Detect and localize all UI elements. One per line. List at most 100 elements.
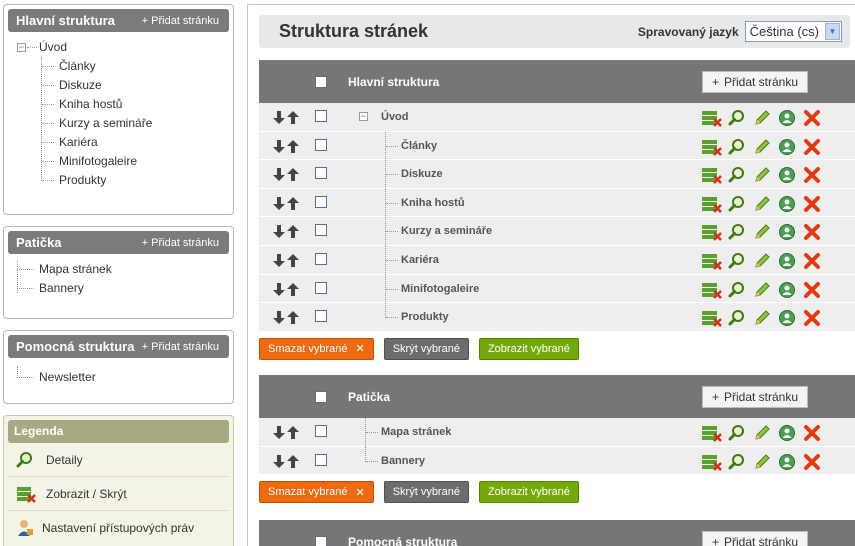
show-selected-button[interactable]: Zobrazit vybrané: [478, 337, 579, 360]
move-down-icon[interactable]: [273, 426, 285, 439]
tree-node[interactable]: Články: [16, 57, 229, 76]
show-hide-icon[interactable]: [701, 138, 722, 156]
magnifier-icon[interactable]: [726, 195, 747, 213]
show-hide-icon[interactable]: [701, 281, 722, 299]
move-up-icon[interactable]: [287, 426, 299, 439]
move-down-icon[interactable]: [273, 139, 285, 153]
tree-node[interactable]: Diskuze: [16, 76, 229, 95]
magnifier-icon[interactable]: [726, 138, 747, 156]
chevron-down-icon[interactable]: ▼: [825, 23, 840, 40]
show-hide-icon[interactable]: [701, 424, 722, 442]
move-up-icon[interactable]: [287, 139, 299, 153]
delete-icon[interactable]: [801, 138, 822, 156]
show-hide-icon[interactable]: [701, 453, 722, 471]
tree-node[interactable]: Mapa stránek: [16, 260, 229, 279]
row-checkbox[interactable]: [315, 138, 327, 151]
edit-pencil-icon[interactable]: [751, 138, 772, 156]
hide-selected-button[interactable]: Skrýt vybrané: [383, 481, 469, 504]
access-rights-icon[interactable]: [776, 424, 797, 442]
select-all-checkbox[interactable]: [315, 75, 327, 88]
collapse-icon[interactable]: −: [17, 43, 26, 52]
edit-pencil-icon[interactable]: [751, 424, 772, 442]
row-checkbox[interactable]: [315, 224, 327, 237]
sidebar-aux-add-page-link[interactable]: + Přidat stránku: [142, 341, 219, 353]
move-up-icon[interactable]: [287, 454, 299, 468]
tree-node[interactable]: Newsletter: [16, 368, 229, 387]
move-up-icon[interactable]: [287, 196, 299, 210]
access-rights-icon[interactable]: [776, 138, 797, 156]
show-hide-icon[interactable]: [701, 309, 722, 328]
show-hide-icon[interactable]: [701, 252, 722, 270]
magnifier-icon[interactable]: [726, 166, 747, 184]
edit-pencil-icon[interactable]: [751, 166, 772, 184]
add-page-button[interactable]: + Přidat stránku: [702, 386, 808, 408]
row-checkbox[interactable]: [315, 252, 327, 265]
language-select[interactable]: Čeština (cs) ▼: [744, 21, 842, 42]
add-page-button[interactable]: + Přidat stránku: [702, 531, 808, 546]
row-checkbox[interactable]: [315, 110, 327, 122]
move-down-icon[interactable]: [273, 454, 285, 468]
delete-icon[interactable]: [801, 109, 822, 127]
tree-node[interactable]: Kniha hostů: [16, 95, 229, 114]
magnifier-icon[interactable]: [726, 223, 747, 241]
row-checkbox[interactable]: [315, 167, 327, 180]
add-page-button[interactable]: + Přidat stránku: [702, 71, 808, 93]
move-down-icon[interactable]: [273, 311, 285, 325]
move-down-icon[interactable]: [273, 253, 285, 267]
move-down-icon[interactable]: [273, 111, 285, 124]
move-up-icon[interactable]: [287, 282, 299, 296]
delete-icon[interactable]: [801, 453, 822, 471]
delete-selected-button[interactable]: Smazat vybrané ✕: [259, 337, 374, 360]
magnifier-icon[interactable]: [726, 281, 747, 299]
magnifier-icon[interactable]: [726, 252, 747, 270]
hide-selected-button[interactable]: Skrýt vybrané: [383, 337, 469, 360]
magnifier-icon[interactable]: [726, 109, 747, 127]
delete-icon[interactable]: [801, 424, 822, 442]
access-rights-icon[interactable]: [776, 252, 797, 270]
edit-pencil-icon[interactable]: [751, 309, 772, 327]
move-down-icon[interactable]: [273, 196, 285, 210]
delete-icon[interactable]: [801, 309, 822, 327]
tree-node[interactable]: Produkty: [16, 171, 229, 190]
delete-icon[interactable]: [801, 252, 822, 270]
magnifier-icon[interactable]: [726, 453, 747, 471]
edit-pencil-icon[interactable]: [751, 109, 772, 127]
select-all-checkbox[interactable]: [315, 390, 327, 403]
delete-icon[interactable]: [801, 166, 822, 184]
tree-node[interactable]: Kariéra: [16, 133, 229, 152]
show-hide-icon[interactable]: [701, 109, 722, 127]
tree-node[interactable]: Bannery: [16, 279, 229, 298]
tree-node-root[interactable]: − Úvod: [16, 38, 229, 57]
access-rights-icon[interactable]: [776, 281, 797, 299]
access-rights-icon[interactable]: [776, 223, 797, 241]
sidebar-main-add-page-link[interactable]: + Přidat stránku: [142, 15, 219, 27]
move-up-icon[interactable]: [287, 111, 299, 124]
move-up-icon[interactable]: [287, 168, 299, 182]
delete-icon[interactable]: [801, 223, 822, 241]
edit-pencil-icon[interactable]: [751, 195, 772, 213]
row-checkbox[interactable]: [315, 195, 327, 208]
sidebar-footer-add-page-link[interactable]: + Přidat stránku: [142, 237, 219, 249]
access-rights-icon[interactable]: [776, 453, 797, 471]
magnifier-icon[interactable]: [726, 309, 747, 327]
edit-pencil-icon[interactable]: [751, 223, 772, 241]
row-checkbox[interactable]: [315, 310, 327, 323]
tree-node[interactable]: Kurzy a semináře: [16, 114, 229, 133]
delete-icon[interactable]: [801, 281, 822, 299]
show-selected-button[interactable]: Zobrazit vybrané: [478, 481, 579, 504]
access-rights-icon[interactable]: [776, 166, 797, 184]
magnifier-icon[interactable]: [726, 424, 747, 442]
row-checkbox[interactable]: [315, 453, 327, 466]
access-rights-icon[interactable]: [776, 309, 797, 327]
move-up-icon[interactable]: [287, 253, 299, 267]
show-hide-icon[interactable]: [701, 195, 722, 213]
row-checkbox[interactable]: [315, 281, 327, 294]
delete-selected-button[interactable]: Smazat vybrané ✕: [259, 481, 374, 504]
move-down-icon[interactable]: [273, 225, 285, 239]
show-hide-icon[interactable]: [701, 166, 722, 185]
access-rights-icon[interactable]: [776, 195, 797, 213]
select-all-checkbox[interactable]: [315, 535, 327, 546]
move-down-icon[interactable]: [273, 282, 285, 296]
show-hide-icon[interactable]: [701, 223, 722, 242]
move-up-icon[interactable]: [287, 311, 299, 325]
